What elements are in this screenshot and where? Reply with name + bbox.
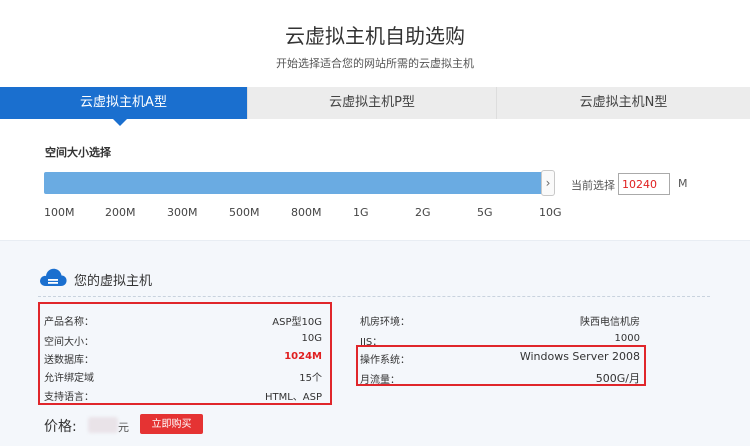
buy-now-button[interactable]: 立即购买 [140,414,203,434]
space-size-label: 空间大小选择 [45,146,111,159]
summary-divider [38,296,710,297]
slider-tick[interactable]: 300M [167,206,198,219]
cloud-icon [40,268,67,286]
slider-tick[interactable]: 800M [291,206,322,219]
price-unit: 元 [118,421,129,434]
spec-value-iis: 1000 [614,333,640,344]
summary-title: 您的虚拟主机 [74,274,153,289]
tab-type-a[interactable]: 云虚拟主机A型 [0,87,247,119]
spec-value-datacenter: 陕西电信机房 [580,317,640,328]
slider-tick[interactable]: 200M [105,206,136,219]
product-tabs: 云虚拟主机A型 云虚拟主机P型 云虚拟主机N型 [0,87,750,119]
slider-tick[interactable]: 2G [415,206,431,219]
space-slider-handle[interactable]: › [541,170,555,196]
page-subtitle: 开始选择适合您的网站所需的云虚拟主机 [276,57,474,70]
current-selection-unit: M [678,177,688,190]
price-label: 价格: [44,419,77,435]
tab-type-n[interactable]: 云虚拟主机N型 [496,87,750,119]
current-selection-input[interactable] [618,173,670,195]
page-title: 云虚拟主机自助选购 [285,24,465,48]
space-slider-track[interactable] [44,172,544,194]
highlight-box-left [38,302,332,405]
slider-tick[interactable]: 5G [477,206,493,219]
price-value-redacted [88,417,118,433]
slider-tick[interactable]: 100M [44,206,75,219]
page-header: 云虚拟主机自助选购 开始选择适合您的网站所需的云虚拟主机 [0,0,750,87]
spec-label-datacenter: 机房环境： [360,317,410,328]
tab-type-p[interactable]: 云虚拟主机P型 [247,87,496,119]
slider-tick[interactable]: 1G [353,206,369,219]
current-selection-label: 当前选择 [571,179,615,192]
slider-tick[interactable]: 10G [539,206,562,219]
highlight-box-right [356,345,646,386]
active-tab-pointer [113,119,127,126]
slider-tick[interactable]: 500M [229,206,260,219]
